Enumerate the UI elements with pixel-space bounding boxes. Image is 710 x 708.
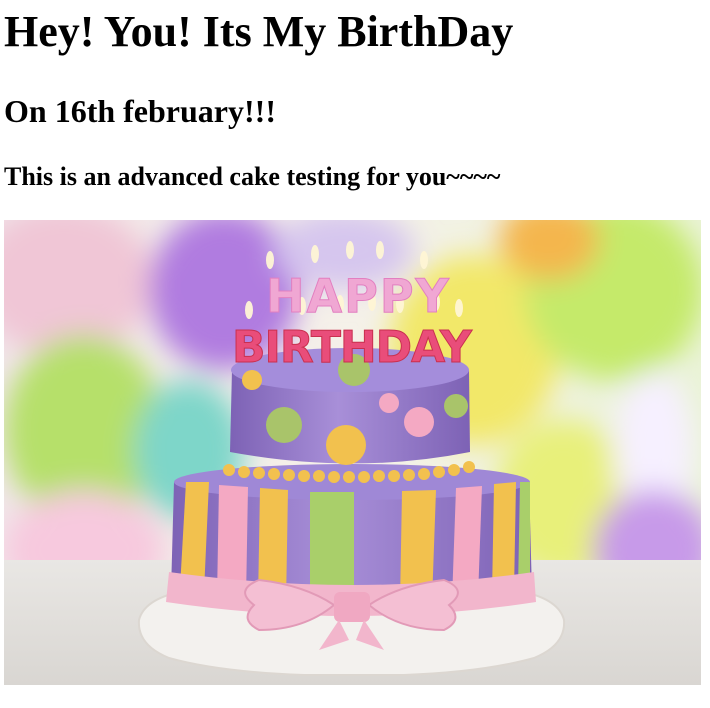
birthday-date-heading: On 16th february!!! [4, 93, 276, 129]
birthday-cake-image: HAPPY BIRTHDAY [4, 220, 701, 685]
candle-text-happy: HAPPY [266, 269, 451, 323]
subtitle-heading: This is an advanced cake testing for you… [4, 162, 501, 191]
page-title: Hey! You! Its My BirthDay [4, 7, 514, 56]
candle-text-birthday: BIRTHDAY [232, 322, 473, 373]
